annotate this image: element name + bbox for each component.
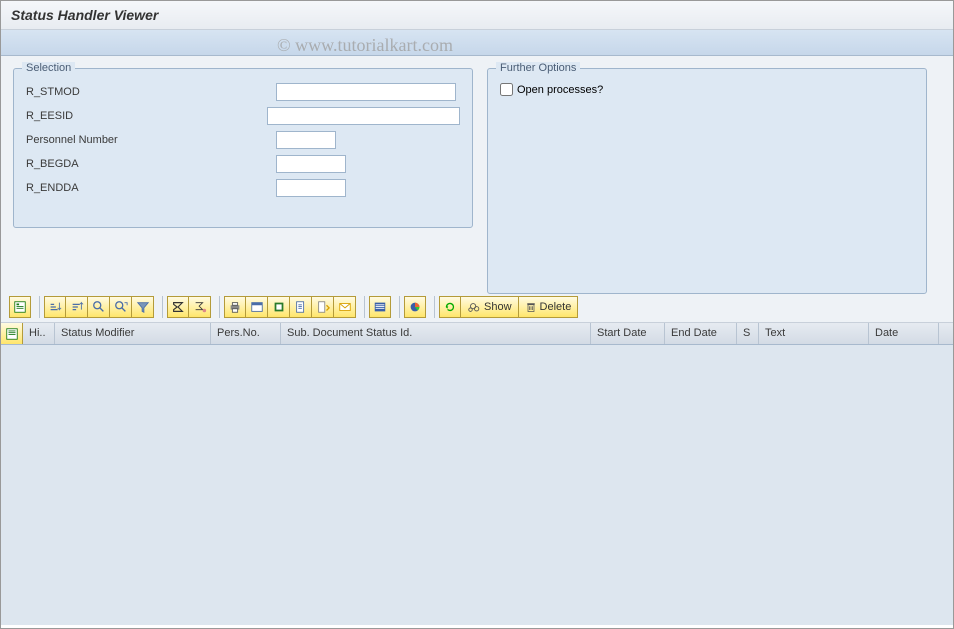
eesid-label: R_EESID	[26, 110, 267, 122]
col-s[interactable]: S	[737, 323, 759, 344]
pernr-input[interactable]	[276, 131, 336, 149]
eesid-input[interactable]	[267, 107, 460, 125]
view-button[interactable]	[246, 296, 268, 318]
col-pers-no[interactable]: Pers.No.	[211, 323, 281, 344]
options-legend: Further Options	[496, 62, 580, 74]
app-toolbar-empty	[1, 30, 953, 56]
selection-legend: Selection	[22, 62, 75, 74]
stmod-label: R_STMOD	[26, 86, 276, 98]
layout-button[interactable]	[369, 296, 391, 318]
subtotal-button[interactable]	[189, 296, 211, 318]
sort-asc-button[interactable]	[44, 296, 66, 318]
delete-button[interactable]: Delete	[519, 296, 579, 318]
sort-desc-button[interactable]	[66, 296, 88, 318]
col-text[interactable]: Text	[759, 323, 869, 344]
col-date[interactable]: Date	[869, 323, 939, 344]
refresh-button[interactable]	[439, 296, 461, 318]
find-button[interactable]	[88, 296, 110, 318]
open-processes-label: Open processes?	[517, 84, 603, 96]
col-status-modifier[interactable]: Status Modifier	[55, 323, 211, 344]
find-next-button[interactable]	[110, 296, 132, 318]
further-options-panel: Further Options Open processes?	[487, 68, 927, 294]
selection-panel: Selection R_STMOD R_EESID Personnel Numb…	[13, 68, 473, 228]
local-file-button[interactable]	[312, 296, 334, 318]
begda-input[interactable]	[276, 155, 346, 173]
grid-body-empty	[1, 345, 953, 625]
open-processes-checkbox[interactable]	[500, 83, 513, 96]
endda-label: R_ENDDA	[26, 182, 276, 194]
mail-button[interactable]	[334, 296, 356, 318]
print-button[interactable]	[224, 296, 246, 318]
show-button-label: Show	[484, 301, 512, 313]
export-button[interactable]	[268, 296, 290, 318]
page-title: Status Handler Viewer	[1, 1, 953, 30]
endda-input[interactable]	[276, 179, 346, 197]
col-sub-doc[interactable]: Sub. Document Status Id.	[281, 323, 591, 344]
details-button[interactable]	[9, 296, 31, 318]
result-grid: Hi.. Status Modifier Pers.No. Sub. Docum…	[1, 322, 953, 625]
col-hi[interactable]: Hi..	[23, 323, 55, 344]
begda-label: R_BEGDA	[26, 158, 276, 170]
total-button[interactable]	[167, 296, 189, 318]
word-button[interactable]	[290, 296, 312, 318]
show-button[interactable]: Show	[461, 296, 519, 318]
col-end-date[interactable]: End Date	[665, 323, 737, 344]
delete-button-label: Delete	[540, 301, 572, 313]
pernr-label: Personnel Number	[26, 134, 276, 146]
select-all-button[interactable]	[1, 323, 23, 344]
alv-toolbar: Show Delete	[1, 296, 953, 322]
stmod-input[interactable]	[276, 83, 456, 101]
grid-header: Hi.. Status Modifier Pers.No. Sub. Docum…	[1, 323, 953, 345]
filter-button[interactable]	[132, 296, 154, 318]
col-start-date[interactable]: Start Date	[591, 323, 665, 344]
content-area: Selection R_STMOD R_EESID Personnel Numb…	[1, 56, 953, 296]
graphic-button[interactable]	[404, 296, 426, 318]
